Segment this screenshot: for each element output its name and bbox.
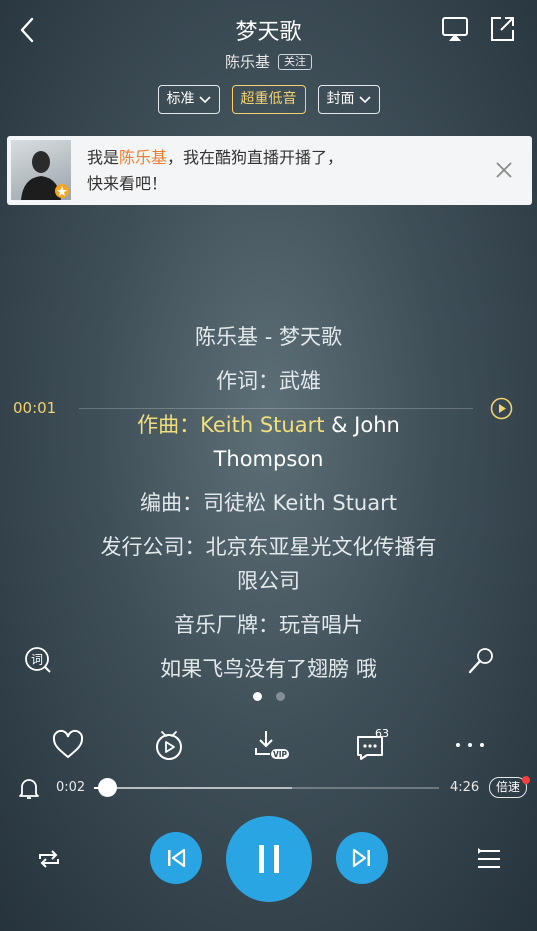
chevron-down-icon [198,95,211,103]
quality-label: 标准 [166,91,195,107]
pause-icon [259,845,279,873]
lyric-line: 如果飞鸟没有了翅膀 哦 [160,657,377,681]
page-dot [275,692,285,701]
lyric-line: 发行公司：北京东亚星光文化传播有限公司 [100,535,437,593]
playlist-icon[interactable] [474,845,504,873]
svg-text:VIP: VIP [273,750,288,759]
bell-icon[interactable] [18,776,40,800]
repeat-icon[interactable] [34,845,64,873]
progress-knob[interactable] [98,778,117,797]
previous-button[interactable] [150,832,202,884]
page-dot-active [252,692,262,701]
next-icon [352,848,370,868]
notice-artist-name: 陈乐基 [119,148,168,167]
notice-rest: ，我在酷狗直播开播了， [167,148,344,167]
artist-row: 陈乐基 关注 [0,51,537,72]
svg-text:词: 词 [31,653,43,667]
previous-icon [168,848,186,868]
heart-icon[interactable] [50,728,86,762]
lyric-line: 陈乐基 - 梦天歌 [195,325,342,349]
progress-buffered [94,787,292,789]
lyrics-panel: 陈乐基 - 梦天歌 作词：武雄 作曲：Keith Stuart & John T… [100,320,437,696]
playback-options: 标准 超重低音 封面 [0,85,537,114]
pause-button[interactable] [226,816,312,902]
current-time: 0:02 [56,780,86,795]
live-notice-banner[interactable]: 我是陈乐基，我在酷狗直播开播了， 快来看吧！ [7,136,532,205]
more-icon[interactable] [452,728,488,762]
page-indicator [0,692,537,701]
sound-effect-label: 超重低音 [240,91,297,107]
airplay-icon[interactable] [440,14,470,44]
sound-effect-button[interactable]: 超重低音 [231,85,306,114]
notice-text: 我是陈乐基，我在酷狗直播开播了， 快来看吧！ [87,145,343,197]
lyric-line: 作词：武雄 [216,369,321,393]
notice-prefix: 我是 [87,148,120,167]
comment-count-badge: 63 [375,727,389,740]
next-button[interactable] [336,832,388,884]
video-icon[interactable] [151,728,187,762]
play-from-line-icon[interactable] [490,397,513,420]
artist-avatar [11,140,71,200]
microphone-icon[interactable] [466,646,496,676]
vip-download-icon[interactable]: VIP [252,728,292,762]
notification-dot [522,776,530,784]
lyric-time-mark: 00:01 [13,399,57,417]
lyric-prefix: 作曲： [137,413,201,437]
chevron-down-icon [358,95,371,103]
total-time: 4:26 [450,780,480,795]
lyric-seek-line[interactable] [79,408,473,409]
lyric-line: 音乐厂牌：玩音唱片 [174,613,363,637]
lyric-highlight: Keith Stuart [200,413,325,437]
cover-mode-select[interactable]: 封面 [317,85,380,114]
artist-name[interactable]: 陈乐基 [225,51,270,72]
follow-button[interactable]: 关注 [278,53,312,70]
close-icon[interactable] [494,160,514,180]
quality-select[interactable]: 标准 [157,85,220,114]
cover-mode-label: 封面 [326,91,355,107]
lyrics-search-icon[interactable]: 词 [24,646,52,674]
lyric-line-current: 作曲：Keith Stuart & John Thompson [100,408,437,476]
notice-line2: 快来看吧！ [87,174,168,193]
share-icon[interactable] [487,14,517,44]
lyric-line: 编曲：司徒松 Keith Stuart [140,491,397,515]
